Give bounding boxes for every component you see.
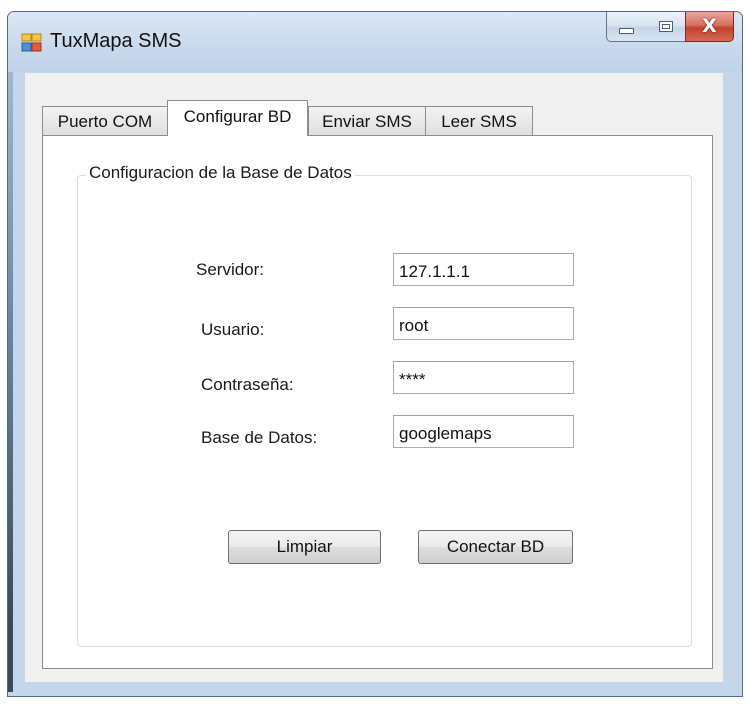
minimize-button[interactable] [606, 12, 647, 42]
clear-button[interactable]: Limpiar [228, 530, 381, 564]
tab-leer-sms[interactable]: Leer SMS [425, 106, 533, 136]
tab-page-configurar-bd: Configuracion de la Base de Datos Servid… [42, 135, 713, 669]
group-title: Configuracion de la Base de Datos [86, 163, 355, 183]
close-icon: X [702, 15, 717, 37]
app-window-icon [21, 33, 43, 53]
user-input[interactable] [393, 307, 574, 340]
tab-puerto-com[interactable]: Puerto COM [42, 106, 168, 136]
database-config-group: Configuracion de la Base de Datos Servid… [77, 163, 692, 647]
password-input[interactable] [393, 361, 574, 394]
connect-db-button[interactable]: Conectar BD [418, 530, 573, 564]
server-input[interactable] [393, 253, 574, 286]
app-window: TuxMapa SMS X Puerto COM Configurar BD E… [7, 11, 743, 697]
close-button[interactable]: X [685, 12, 734, 42]
database-input[interactable] [393, 415, 574, 448]
maximize-icon [658, 21, 673, 32]
tab-enviar-sms[interactable]: Enviar SMS [308, 106, 426, 136]
server-label: Servidor: [196, 260, 265, 279]
title-bar[interactable]: TuxMapa SMS X [8, 12, 742, 72]
password-label: Contraseña: [201, 375, 294, 394]
window-client-area: Puerto COM Configurar BD Enviar SMS Leer… [25, 73, 723, 682]
user-label: Usuario: [201, 320, 265, 339]
maximize-button[interactable] [646, 12, 686, 42]
database-label: Base de Datos: [201, 428, 318, 447]
tab-configurar-bd[interactable]: Configurar BD [167, 100, 308, 136]
window-frame-edge [8, 72, 13, 692]
window-title: TuxMapa SMS [50, 30, 182, 52]
minimize-icon [619, 27, 634, 34]
